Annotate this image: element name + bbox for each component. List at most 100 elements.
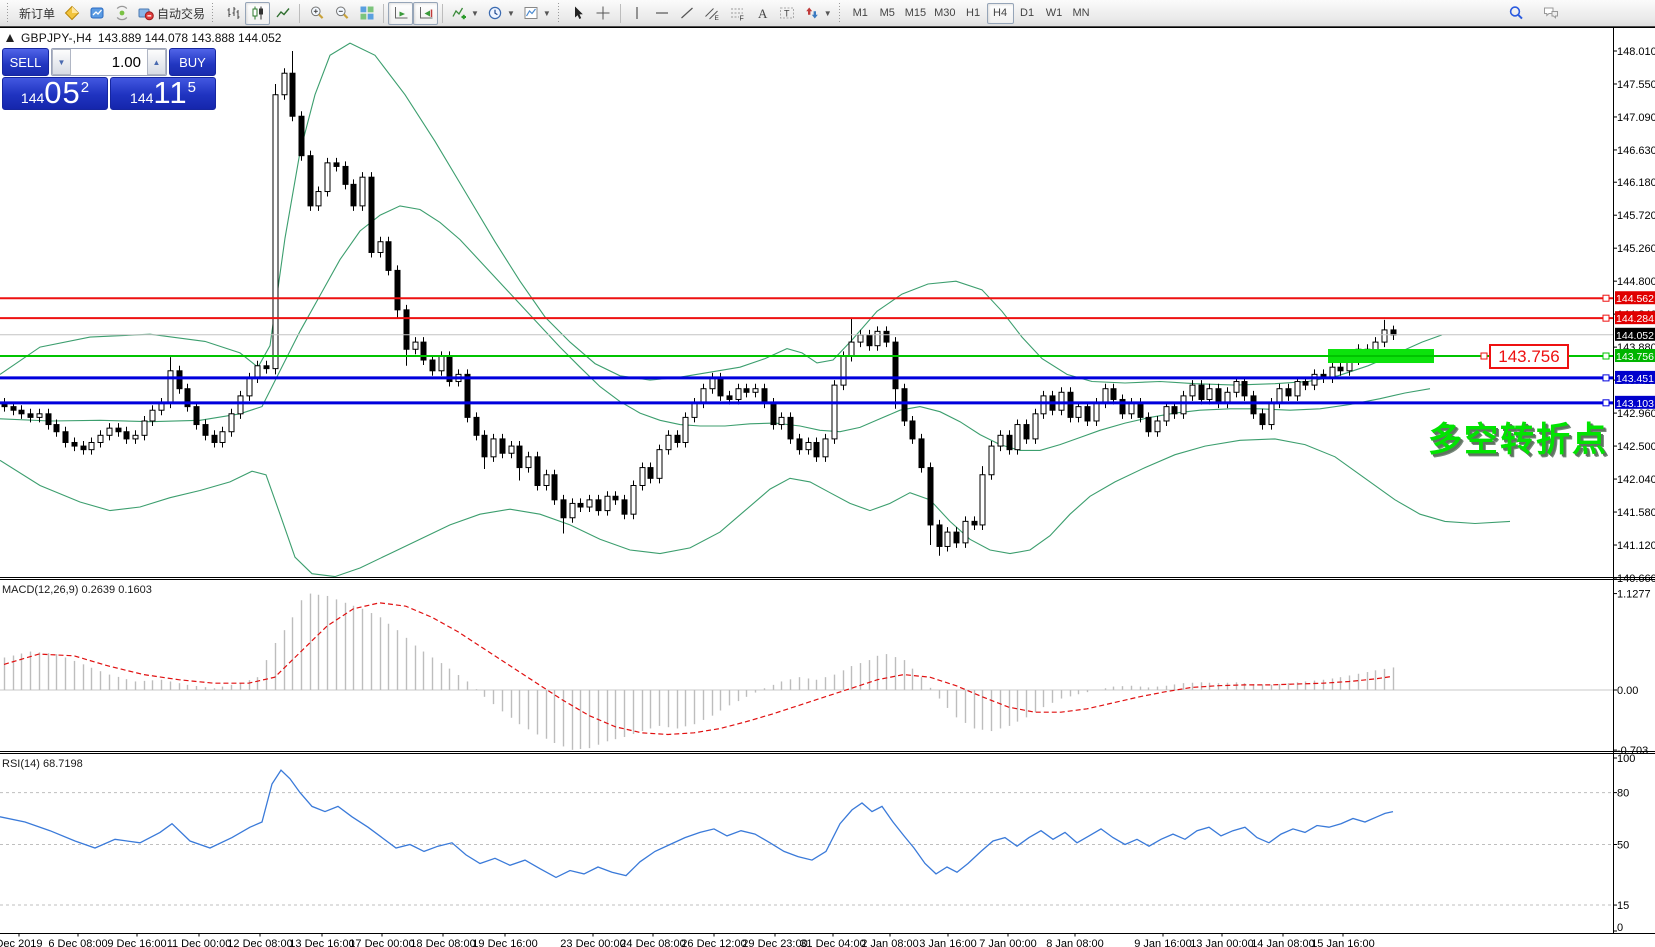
bear-candle xyxy=(194,407,199,425)
terminal-button[interactable] xyxy=(84,2,109,25)
tile-windows-button[interactable] xyxy=(354,2,379,25)
bear-candle xyxy=(1146,417,1151,431)
zoom-out-button[interactable] xyxy=(329,2,354,25)
sell-button[interactable]: SELL xyxy=(2,48,49,76)
search-button[interactable] xyxy=(1503,2,1528,25)
svg-text:13 Jan 00:00: 13 Jan 00:00 xyxy=(1190,938,1254,947)
indicators-icon xyxy=(451,5,467,21)
svg-text:144.052: 144.052 xyxy=(1616,330,1654,342)
bear-candle xyxy=(954,532,959,543)
timeframe-m15-button[interactable]: M15 xyxy=(901,3,930,24)
indicators-button[interactable]: ▼ xyxy=(447,2,483,25)
bull-candle xyxy=(945,532,950,546)
bull-candle xyxy=(1234,382,1239,393)
signals-button[interactable] xyxy=(109,2,134,25)
candlestick-chart-button[interactable] xyxy=(245,2,270,25)
autotrading-button[interactable]: 自动交易 xyxy=(134,2,209,25)
fibonacci-button[interactable]: F xyxy=(725,2,750,25)
bull-candle xyxy=(255,366,260,378)
cursor-button[interactable] xyxy=(566,2,591,25)
bear-candle xyxy=(264,366,269,369)
gold-diamond-button[interactable] xyxy=(59,2,84,25)
bear-candle xyxy=(797,439,802,450)
chart-symbol-icon xyxy=(5,33,15,43)
bear-candle xyxy=(81,446,86,450)
timeframe-m5-button[interactable]: M5 xyxy=(874,3,901,24)
volume-down-button[interactable]: ▼ xyxy=(52,49,71,75)
horizontal-line-button[interactable] xyxy=(650,2,675,25)
bull-candle xyxy=(1207,389,1212,400)
bull-candle xyxy=(37,414,42,418)
buy-button[interactable]: BUY xyxy=(169,48,216,76)
bull-candle xyxy=(413,342,418,349)
text-label-button[interactable]: T xyxy=(775,2,800,25)
annotation-text[interactable]: 多空转折点 xyxy=(1428,412,1608,461)
gold-diamond-icon xyxy=(64,5,80,21)
svg-text:144.800: 144.800 xyxy=(1617,276,1655,288)
volume-up-button[interactable]: ▲ xyxy=(147,49,166,75)
chart-canvas[interactable]: 148.010147.550147.090146.630146.180145.7… xyxy=(0,27,1655,947)
bull-candle xyxy=(666,435,671,449)
zoom-in-button[interactable] xyxy=(304,2,329,25)
chart-shift-button[interactable] xyxy=(413,2,438,25)
templates-button[interactable]: ▼ xyxy=(519,2,555,25)
svg-text:142.500: 142.500 xyxy=(1617,441,1655,453)
bull-candle xyxy=(1155,421,1160,432)
svg-text:2 Jan 08:00: 2 Jan 08:00 xyxy=(861,938,919,947)
timeframe-w1-button[interactable]: W1 xyxy=(1041,3,1068,24)
line-anchor xyxy=(1603,375,1609,381)
timeframe-h4-button[interactable]: H4 xyxy=(987,3,1014,24)
bull-candle xyxy=(1382,330,1387,342)
svg-text:9 Dec 16:00: 9 Dec 16:00 xyxy=(107,938,166,947)
zoom-in-icon xyxy=(309,5,325,21)
timeframe-mn-button[interactable]: MN xyxy=(1068,3,1095,24)
time-axis: Dec 20196 Dec 08:009 Dec 16:0011 Dec 00:… xyxy=(0,934,1375,947)
timeframe-d1-button[interactable]: D1 xyxy=(1014,3,1041,24)
svg-text:143.756: 143.756 xyxy=(1616,351,1654,363)
svg-text:E: E xyxy=(715,15,720,21)
bear-candle xyxy=(351,184,356,206)
symbol-period: GBPJPY-,H4 xyxy=(21,31,92,45)
bear-candle xyxy=(500,439,505,453)
new-order-button[interactable]: 新订单 xyxy=(15,2,59,25)
bull-candle xyxy=(168,371,173,403)
trendline-button[interactable] xyxy=(675,2,700,25)
timeframe-m1-button[interactable]: M1 xyxy=(847,3,874,24)
text-button[interactable]: A xyxy=(750,2,775,25)
auto-scroll-button[interactable] xyxy=(388,2,413,25)
bear-candle xyxy=(1391,330,1396,335)
channel-button[interactable]: E xyxy=(700,2,725,25)
chart-window[interactable]: 148.010147.550147.090146.630146.180145.7… xyxy=(0,27,1655,947)
svg-text:T: T xyxy=(784,9,790,19)
line-chart-button[interactable] xyxy=(270,2,295,25)
crosshair-button[interactable] xyxy=(591,2,616,25)
bear-candle xyxy=(561,500,566,518)
bear-candle xyxy=(1260,414,1265,425)
bear-candle xyxy=(1138,403,1143,417)
buy-price-display[interactable]: 144115 xyxy=(110,77,216,110)
timeframe-h1-button[interactable]: H1 xyxy=(960,3,987,24)
svg-text:148.010: 148.010 xyxy=(1617,46,1655,58)
bear-candle xyxy=(11,407,16,411)
periods-button[interactable]: ▼ xyxy=(483,2,519,25)
bull-candle xyxy=(325,163,330,192)
bear-candle xyxy=(290,73,295,116)
bars-chart-button[interactable] xyxy=(220,2,245,25)
bear-candle xyxy=(1242,382,1247,396)
callout-anchor xyxy=(1481,353,1487,359)
timeframe-m30-button[interactable]: M30 xyxy=(930,3,959,24)
bull-candle xyxy=(841,356,846,385)
chat-button[interactable] xyxy=(1538,2,1563,25)
lower-band xyxy=(0,439,1510,577)
svg-text:142.960: 142.960 xyxy=(1617,408,1655,420)
vertical-line-button[interactable] xyxy=(625,2,650,25)
volume-input[interactable] xyxy=(71,49,147,75)
sell-price-display[interactable]: 144052 xyxy=(2,77,108,110)
price-callout-label[interactable]: 143.756 xyxy=(1489,344,1569,369)
svg-text:145.720: 145.720 xyxy=(1617,210,1655,222)
bull-candle xyxy=(282,73,287,95)
bull-candle xyxy=(701,389,706,403)
toolbar-separator xyxy=(620,4,621,23)
text-label-icon: T xyxy=(779,5,795,21)
arrows-button[interactable]: ▼ xyxy=(800,2,836,25)
